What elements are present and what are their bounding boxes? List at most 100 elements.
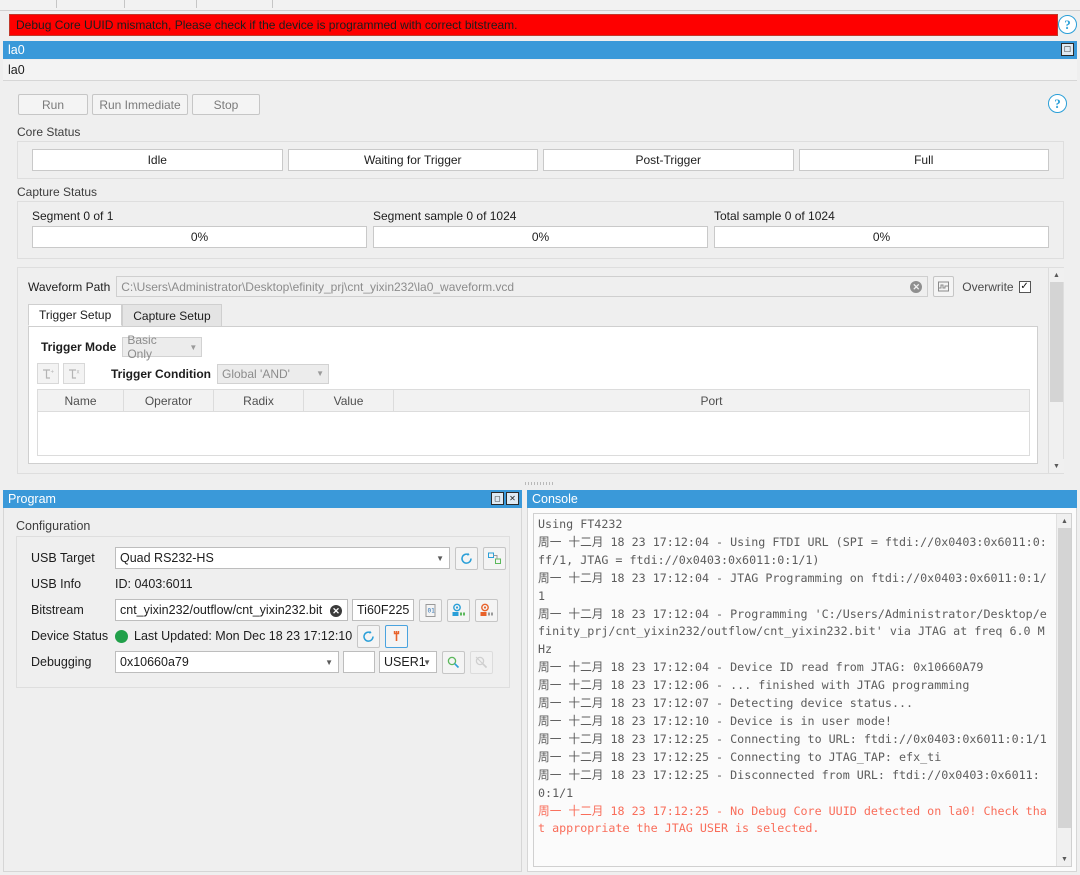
overwrite-checkbox[interactable]: ✓ <box>1019 281 1031 293</box>
la0-panel-title[interactable]: la0 ☐ <box>3 41 1077 59</box>
svg-text:+: + <box>50 369 54 375</box>
console-line: 周一 十二月 18 23 17:12:25 - Disconnected fro… <box>538 768 1040 800</box>
capture-status-column-label: Total sample 0 of 1024 <box>714 206 1049 226</box>
capture-status-column: Segment sample 0 of 1024 0% <box>373 206 708 258</box>
bitstream-label: Bitstream <box>31 603 115 617</box>
debugging-value: 0x10660a79 <box>120 655 189 669</box>
capture-status-column-label: Segment sample 0 of 1024 <box>373 206 708 226</box>
error-banner: Debug Core UUID mismatch, Please check i… <box>9 14 1058 36</box>
device-name-field[interactable]: Ti60F225 <box>352 599 414 621</box>
console-line: 周一 十二月 18 23 17:12:10 - Device is in use… <box>538 714 892 728</box>
toolbar-separator <box>56 0 57 8</box>
stop-button[interactable]: Stop <box>192 94 260 115</box>
chevron-down-icon: ▼ <box>423 658 431 667</box>
console-line: 周一 十二月 18 23 17:12:25 - Connecting to UR… <box>538 732 1047 746</box>
dock-splitter[interactable] <box>0 480 1080 488</box>
wrench-icon[interactable] <box>385 625 408 648</box>
capture-status-group: Segment 0 of 1 0% Segment sample 0 of 10… <box>17 201 1064 259</box>
bitstream-input[interactable]: cnt_yixin232/outflow/cnt_yixin232.bit ✕ <box>115 599 348 621</box>
overwrite-control[interactable]: Overwrite ✓ <box>962 280 1030 294</box>
console-line: 周一 十二月 18 23 17:12:04 - JTAG Programming… <box>538 571 1047 603</box>
scroll-down-icon[interactable]: ▼ <box>1049 459 1064 473</box>
trigger-condition-select[interactable]: Global 'AND' ▼ <box>217 364 329 384</box>
console-panel-title[interactable]: Console <box>527 490 1077 508</box>
console-output[interactable]: Using FT4232 周一 十二月 18 23 17:12:04 - Usi… <box>533 513 1072 867</box>
restore-icon[interactable]: ☐ <box>1061 43 1074 56</box>
progress-bar: 0% <box>373 226 708 248</box>
waveform-path-label: Waveform Path <box>28 280 110 294</box>
run-button[interactable]: Run <box>18 94 88 115</box>
column-header-operator[interactable]: Operator <box>124 390 214 411</box>
close-icon[interactable]: ✕ <box>506 492 519 505</box>
top-toolbar[interactable] <box>0 0 1080 11</box>
usb-target-select[interactable]: Quad RS232-HS ▼ <box>115 547 450 569</box>
core-status-group: Idle Waiting for Trigger Post-Trigger Fu… <box>17 141 1064 179</box>
console-line: 周一 十二月 18 23 17:12:25 - Connecting to JT… <box>538 750 941 764</box>
chevron-down-icon: ▼ <box>306 369 324 378</box>
waveform-path-row: Waveform Path C:\Users\Administrator\Des… <box>28 276 1031 297</box>
binary-icon[interactable]: 01 <box>419 599 442 622</box>
capture-status-column: Segment 0 of 1 0% <box>32 206 367 258</box>
clear-icon[interactable]: ✕ <box>910 281 922 293</box>
la0-title-icons: ☐ <box>1061 43 1074 56</box>
scroll-up-icon[interactable]: ▲ <box>1057 514 1072 528</box>
float-icon[interactable]: ◻ <box>491 492 504 505</box>
program-flash-icon[interactable] <box>475 599 498 622</box>
jtag-user-value: USER1 <box>384 655 426 669</box>
trigger-table-body <box>37 412 1030 456</box>
usb-target-label: USB Target <box>31 551 115 565</box>
scan-chain-icon[interactable] <box>483 547 506 570</box>
trigger-mode-row: Trigger Mode Basic Only ▼ <box>41 337 202 357</box>
run-immediate-button[interactable]: Run Immediate <box>92 94 188 115</box>
column-header-name[interactable]: Name <box>38 390 124 411</box>
progress-bar: 0% <box>714 226 1049 248</box>
bitstream-row: Bitstream cnt_yixin232/outflow/cnt_yixin… <box>31 599 498 621</box>
debugging-extra-field[interactable] <box>343 651 375 673</box>
capture-status-label: Capture Status <box>17 185 97 199</box>
remove-trigger-icon[interactable]: x <box>63 363 85 384</box>
scrollbar-thumb[interactable] <box>1058 528 1071 828</box>
help-icon-label: ? <box>1064 18 1071 31</box>
console-line: Using FT4232 <box>538 517 622 531</box>
waveform-path-input[interactable]: C:\Users\Administrator\Desktop\efinity_p… <box>116 276 928 297</box>
program-panel-body: Configuration USB Target Quad RS232-HS ▼ <box>3 508 522 872</box>
scroll-down-icon[interactable]: ▼ <box>1057 852 1072 866</box>
program-device-icon[interactable] <box>447 599 470 622</box>
tab-capture-setup[interactable]: Capture Setup <box>122 304 221 326</box>
column-header-value[interactable]: Value <box>304 390 394 411</box>
refresh-icon[interactable] <box>455 547 478 570</box>
column-header-port[interactable]: Port <box>394 390 1029 411</box>
waveform-browse-icon[interactable] <box>933 276 954 297</box>
debugging-select[interactable]: 0x10660a79 ▼ <box>115 651 339 673</box>
usb-info-value: ID: 0403:6011 <box>115 577 193 591</box>
help-icon[interactable]: ? <box>1048 94 1067 113</box>
device-status-row: Device Status Last Updated: Mon Dec 18 2… <box>31 625 408 647</box>
console-scrollbar[interactable]: ▲ ▼ <box>1056 514 1071 866</box>
trigger-condition-label: Trigger Condition <box>111 367 211 381</box>
overwrite-label: Overwrite <box>962 280 1013 294</box>
column-header-radix[interactable]: Radix <box>214 390 304 411</box>
core-status-cell: Post-Trigger <box>543 149 794 171</box>
waveform-scrollbar[interactable]: ▲ ▼ <box>1048 268 1063 473</box>
la0-panel-body: Run Run Immediate Stop ? Core Status Idl… <box>3 81 1077 479</box>
add-trigger-icon[interactable]: + <box>37 363 59 384</box>
toolbar-separator <box>272 0 273 8</box>
clear-icon[interactable]: ✕ <box>330 605 342 617</box>
connect-debug-icon[interactable] <box>442 651 465 674</box>
tab-trigger-setup[interactable]: Trigger Setup <box>28 304 122 326</box>
configuration-group: USB Target Quad RS232-HS ▼ <box>16 536 510 688</box>
progress-bar: 0% <box>32 226 367 248</box>
trigger-mode-select[interactable]: Basic Only ▼ <box>122 337 202 357</box>
core-status-label: Core Status <box>17 125 80 139</box>
usb-info-label: USB Info <box>31 577 115 591</box>
help-icon[interactable]: ? <box>1058 15 1077 34</box>
refresh-icon[interactable] <box>357 625 380 648</box>
trigger-mode-value: Basic Only <box>127 333 179 361</box>
usb-info-row: USB Info ID: 0403:6011 <box>31 573 193 595</box>
scroll-up-icon[interactable]: ▲ <box>1049 268 1064 282</box>
scrollbar-thumb[interactable] <box>1050 282 1063 402</box>
program-panel-title[interactable]: Program ◻ ✕ <box>3 490 522 508</box>
console-line: 周一 十二月 18 23 17:12:04 - Programming 'C:/… <box>538 607 1047 657</box>
splitter-grip[interactable] <box>525 482 555 485</box>
jtag-user-select[interactable]: USER1 ▼ <box>379 651 437 673</box>
